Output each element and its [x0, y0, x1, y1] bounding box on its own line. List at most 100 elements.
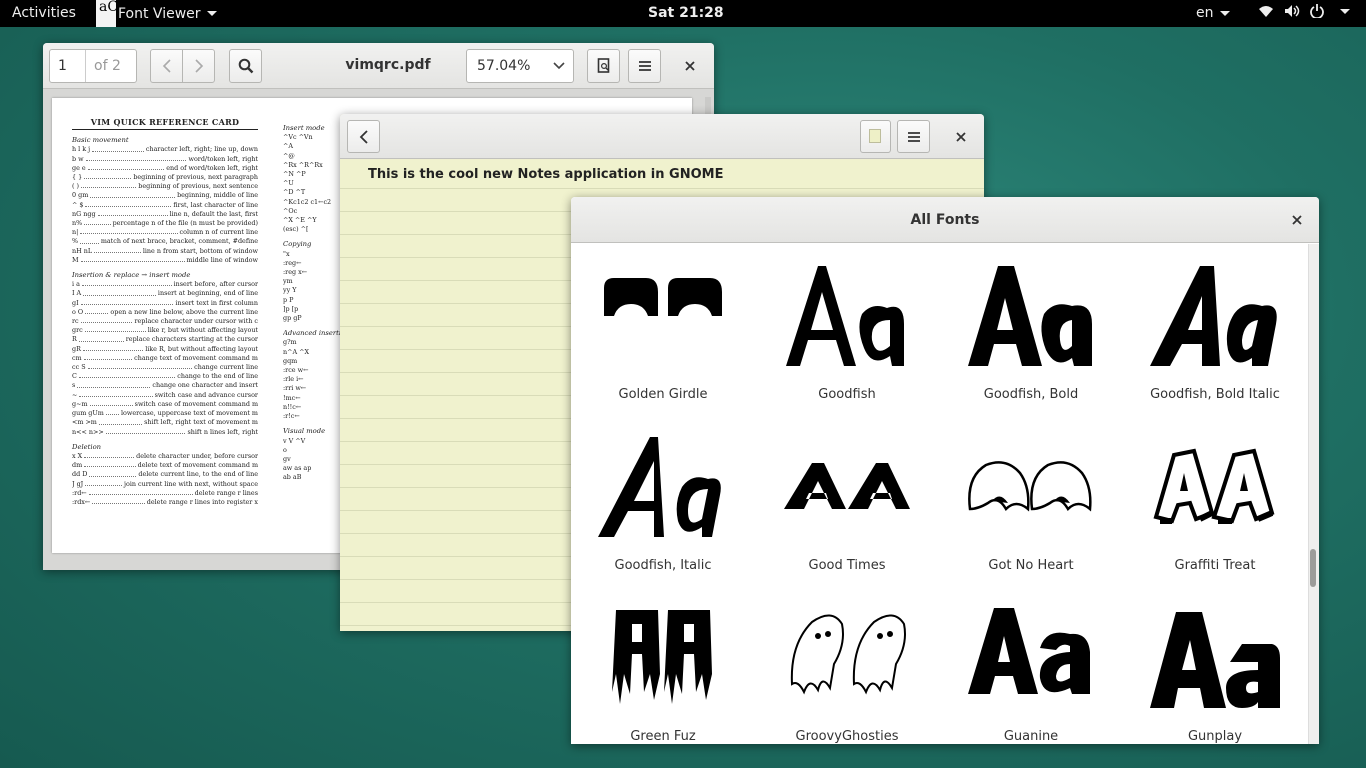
pdf-reference-line: J gJ join current line with next, without…	[72, 480, 258, 489]
scrollbar-thumb[interactable]	[1310, 549, 1316, 587]
pdf-reference-line: :rd← delete range r lines	[72, 489, 258, 498]
font-name: Graffiti Treat	[1174, 558, 1256, 573]
pdf-command-description: middle line of window	[186, 255, 258, 264]
font-sample-glyphs	[968, 608, 1090, 694]
pdf-command-key: h l k j	[72, 145, 91, 154]
pdf-reference-line: ge e end of word/token left, right	[72, 164, 258, 173]
close-button[interactable]	[676, 49, 704, 83]
pdf-command-description: beginning of previous, next paragraph	[133, 173, 258, 182]
font-name: Guanine	[1003, 729, 1059, 744]
pdf-page-title: VIM QUICK REFERENCE CARD	[72, 117, 258, 131]
pdf-command-description: line n, default the last, first	[169, 209, 258, 218]
font-sample-glyphs	[604, 278, 722, 316]
pdf-command-description: delete text of movement command m	[137, 461, 258, 470]
pdf-command-key: :rdx←	[72, 497, 91, 506]
pdf-command-key: cc S	[72, 363, 86, 372]
chevron-left-icon	[162, 59, 171, 73]
document-page-icon	[597, 58, 609, 73]
previous-page-button[interactable]	[150, 49, 183, 83]
pdf-reference-line: { } beginning of previous, next paragraph	[72, 173, 258, 182]
pdf-command-description: insert before, after cursor	[173, 280, 258, 289]
pdf-reference-line: cm change text of movement command m	[72, 354, 258, 363]
font-list-scrollbar[interactable]	[1308, 244, 1319, 744]
pdf-command-key: dm	[72, 461, 83, 470]
font-tile-goodfish[interactable]: Goodfish	[755, 244, 939, 415]
notes-headerbar	[340, 114, 984, 159]
close-button[interactable]	[947, 120, 975, 153]
app-menu[interactable]: aC Font Viewer	[96, 0, 217, 27]
pdf-command-description: replace characters starting at the curso…	[125, 335, 258, 344]
pdf-command-key: i a	[72, 280, 80, 289]
font-preview	[939, 262, 1123, 372]
system-menu[interactable]	[1258, 4, 1350, 18]
font-preview	[571, 604, 755, 714]
font-tile-golden-girdle[interactable]: Golden Girdle	[571, 244, 755, 415]
document-viewer-headerbar: 1 of 2 vimqrc.pdf 57.04%	[43, 43, 714, 89]
chevron-down-icon	[1219, 10, 1230, 16]
color-swatch	[869, 129, 881, 143]
clock[interactable]: Sat 21:28	[648, 5, 724, 21]
window-title: All Fonts	[910, 212, 980, 228]
chevron-down-icon	[553, 62, 565, 70]
pdf-command-description: delete range r lines	[194, 488, 258, 497]
font-tile-green-fuz[interactable]: Green Fuz	[571, 586, 755, 744]
current-page-input[interactable]: 1	[50, 50, 86, 82]
top-bar: Activities aC Font Viewer Sat 21:28 en	[0, 0, 1366, 27]
font-tile-gunplay[interactable]: Gunplay	[1123, 586, 1307, 744]
font-preview	[1123, 262, 1307, 372]
hamburger-icon	[907, 131, 920, 142]
font-tile-got-no-heart[interactable]: Got No Heart	[939, 415, 1123, 586]
note-text[interactable]: This is the cool new Notes application i…	[368, 167, 723, 182]
menu-button[interactable]	[897, 120, 930, 153]
font-tile-groovyghosties[interactable]: GroovyGhosties	[755, 586, 939, 744]
pdf-reference-line: gI insert text in first column	[72, 299, 258, 308]
search-button[interactable]	[229, 49, 262, 83]
pdf-command-description: insert at beginning, end of line	[157, 289, 258, 298]
pdf-reference-line: :rdx← delete range r lines into register …	[72, 498, 258, 507]
font-tile-good-times[interactable]: Good Times	[755, 415, 939, 586]
close-button[interactable]	[1283, 204, 1311, 236]
pdf-reference-line: n| column n of current line	[72, 228, 258, 237]
pdf-command-description: open a new line below, above the current…	[110, 307, 258, 316]
page-number-entry[interactable]: 1 of 2	[49, 49, 137, 83]
pdf-command-description: join current line with next, without spa…	[123, 479, 258, 488]
pdf-command-description: change to the end of line	[177, 372, 258, 381]
pdf-command-description: replace character under cursor with c	[134, 317, 258, 326]
pdf-command-description: insert text in first column	[175, 298, 258, 307]
pdf-reference-line: rc replace character under cursor with c	[72, 317, 258, 326]
chevron-right-icon	[194, 59, 203, 73]
activities-button[interactable]: Activities	[12, 5, 76, 21]
font-tile-goodfish-bold-italic[interactable]: Goodfish, Bold Italic	[1123, 244, 1307, 415]
font-tile-guanine[interactable]: Guanine	[939, 586, 1123, 744]
chevron-down-icon	[206, 11, 217, 16]
pdf-command-description: switch case and advance cursor	[154, 390, 258, 399]
pdf-reference-line: nH nL line n from start, bottom of window	[72, 247, 258, 256]
pdf-command-key: o O	[72, 307, 84, 316]
language-indicator[interactable]: en	[1196, 5, 1230, 21]
pdf-command-description: shift n lines left, right	[187, 427, 258, 436]
chevron-left-icon	[359, 129, 368, 144]
pdf-command-key: R	[72, 335, 77, 344]
next-page-button[interactable]	[182, 49, 215, 83]
pdf-command-key: <m >m	[72, 418, 97, 427]
back-button[interactable]	[347, 120, 380, 153]
menu-button[interactable]	[628, 49, 661, 83]
view-mode-button[interactable]	[587, 49, 620, 83]
pdf-command-description: beginning, middle of line	[177, 191, 258, 200]
font-name: Got No Heart	[988, 558, 1074, 573]
font-name: Goodfish	[818, 387, 876, 402]
pdf-command-description: character left, right; line up, down	[145, 145, 258, 154]
pdf-command-key: nH nL	[72, 246, 93, 255]
font-viewer-window: All Fonts Golden Girdle Goodfish Goodfis…	[571, 197, 1319, 744]
font-tile-graffiti-treat[interactable]: Graffiti Treat	[1123, 415, 1307, 586]
font-tile-goodfish-italic[interactable]: Goodfish, Italic	[571, 415, 755, 586]
font-tile-goodfish-bold[interactable]: Goodfish, Bold	[939, 244, 1123, 415]
font-sample-glyphs	[1150, 612, 1280, 708]
zoom-selector[interactable]: 57.04%	[466, 49, 574, 83]
note-color-button[interactable]	[860, 120, 891, 153]
pdf-reference-line: Cchange to the end of line	[72, 372, 258, 381]
pdf-command-description: beginning of previous, next sentence	[138, 182, 258, 191]
pdf-command-description: shift left, right text of movement m	[144, 418, 258, 427]
font-preview	[1123, 433, 1307, 543]
page-total-label: of 2	[94, 58, 121, 74]
